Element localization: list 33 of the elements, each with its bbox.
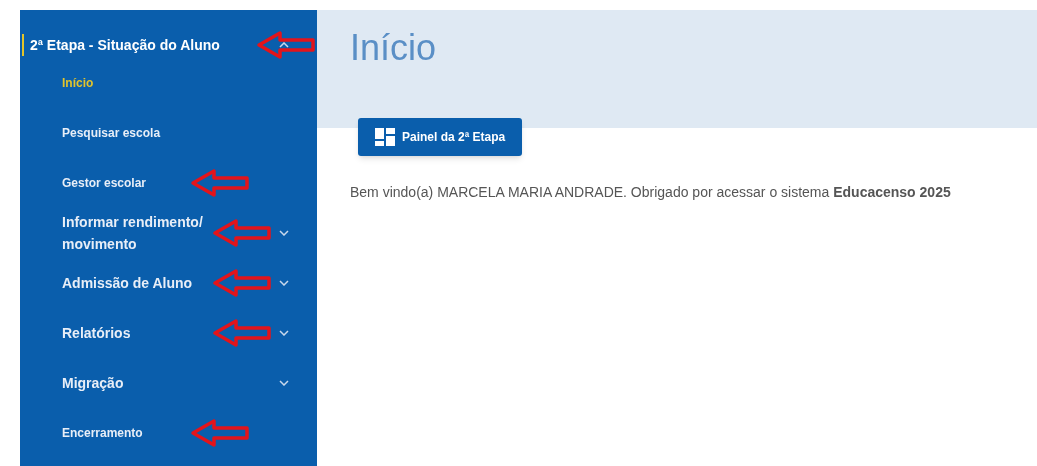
page-title: Início: [350, 26, 438, 70]
annotation-arrow-icon: [212, 268, 272, 298]
annotation-arrow-icon: [190, 418, 250, 448]
chevron-down-icon: [279, 230, 289, 236]
dashboard-icon: [375, 128, 395, 146]
annotation-arrow-icon: [190, 168, 250, 198]
annotation-arrow-icon: [212, 218, 272, 248]
item-label: Gestor escolar: [62, 175, 147, 192]
sidebar-section-header[interactable]: 2ª Etapa - Situação do Aluno: [20, 32, 317, 58]
item-label: Informar rendimento/ movimento: [62, 213, 204, 254]
item-label: Início: [62, 75, 94, 92]
annotation-arrow-icon: [212, 318, 272, 348]
sidebar-item[interactable]: Pesquisar escola: [20, 108, 317, 158]
item-label: Encerramento: [62, 425, 143, 442]
sidebar-item[interactable]: Admissão de Aluno: [20, 258, 317, 308]
item-label: Pesquisar escola: [62, 125, 161, 142]
item-label: Admissão de Aluno: [62, 274, 193, 293]
sidebar-item[interactable]: Encerramento: [20, 408, 317, 458]
sidebar-item[interactable]: Início: [20, 58, 317, 108]
sidebar-item[interactable]: Relatórios: [20, 308, 317, 358]
chevron-up-icon: [279, 42, 289, 48]
chevron-down-icon: [279, 380, 289, 386]
section-title: 2ª Etapa - Situação do Aluno: [30, 35, 220, 55]
annotation-arrow-icon: [256, 30, 316, 60]
sidebar-item[interactable]: Migração: [20, 358, 317, 408]
item-label: Relatórios: [62, 324, 131, 343]
sidebar-item[interactable]: Informar rendimento/ movimento: [20, 208, 317, 258]
item-label: Migração: [62, 374, 124, 393]
panel-button[interactable]: Painel da 2ª Etapa: [358, 118, 523, 156]
chevron-down-icon: [279, 280, 289, 286]
chevron-down-icon: [279, 330, 289, 336]
welcome-text: Bem vindo(a) MARCELA MARIA ANDRADE. Obrigado por acessar o sistema Educacenso 2025: [349, 183, 952, 202]
sidebar-item[interactable]: Gestor escolar: [20, 158, 317, 208]
